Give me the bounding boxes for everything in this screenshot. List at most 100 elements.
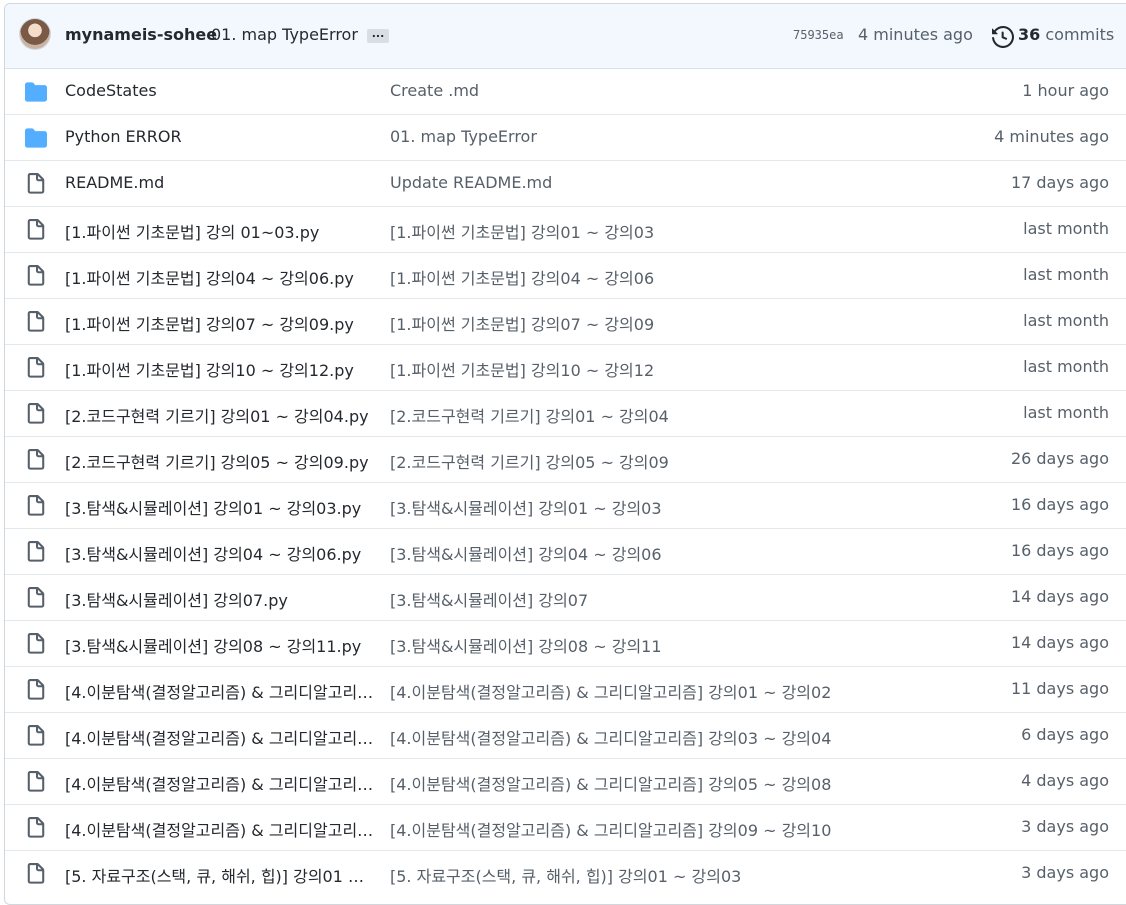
file-commit-message-link[interactable]: 01. map TypeError (390, 127, 537, 146)
file-row[interactable]: [4.이분탐색(결정알고리즘) & 그리디알고리즘] 강의01 ~ 강의02.p… (5, 666, 1126, 712)
file-row[interactable]: [4.이분탐색(결정알고리즘) & 그리디알고리즘] 강의05 ~ 강의08.p… (5, 758, 1126, 804)
repo-file-table: mynameis-sohee 01. map TypeError ... 759… (4, 3, 1126, 905)
history-icon[interactable] (992, 26, 1014, 48)
file-commit-message-link[interactable]: [4.이분탐색(결정알고리즘) & 그리디알고리즘] 강의03 ~ 강의04 (390, 725, 831, 749)
file-commit-message-link[interactable]: [1.파이썬 기초문법] 강의10 ~ 강의12 (390, 357, 654, 381)
file-row[interactable]: [2.코드구현력 기르기] 강의01 ~ 강의04.py [2.코드구현력 기르기… (5, 390, 1126, 436)
file-name-link[interactable]: [1.파이썬 기초문법] 강의 01~03.py (65, 219, 375, 243)
file-commit-message-link[interactable]: [3.탐색&시뮬레이션] 강의04 ~ 강의06 (390, 541, 662, 565)
file-icon (25, 311, 47, 333)
file-icon (25, 449, 47, 471)
file-commit-age: last month (1023, 357, 1109, 376)
commits-link[interactable]: 36 commits (1018, 25, 1114, 44)
file-name-link[interactable]: Python ERROR (65, 127, 375, 146)
file-name-link[interactable]: README.md (65, 173, 375, 192)
file-icon (25, 357, 47, 379)
file-name-link[interactable]: [4.이분탐색(결정알고리즘) & 그리디알고리즘] 강의03 ~ 강의04.p… (65, 725, 375, 749)
file-row[interactable]: [3.탐색&시뮬레이션] 강의01 ~ 강의03.py [3.탐색&시뮬레이션] … (5, 482, 1126, 528)
file-commit-age: 1 hour ago (1022, 81, 1109, 100)
commit-count: 36 (1018, 25, 1041, 44)
file-commit-age: last month (1023, 265, 1109, 284)
file-row[interactable]: [3.탐색&시뮬레이션] 강의07.py [3.탐색&시뮬레이션] 강의07 14 … (5, 574, 1126, 620)
file-row[interactable]: Python ERROR 01. map TypeError 4 minutes a… (5, 114, 1126, 160)
file-commit-message-link[interactable]: [3.탐색&시뮬레이션] 강의07 (390, 587, 588, 611)
file-commit-age: 14 days ago (1010, 633, 1109, 652)
file-icon (25, 863, 47, 885)
file-name-link[interactable]: [2.코드구현력 기르기] 강의01 ~ 강의04.py (65, 403, 375, 427)
file-name-link[interactable]: [3.탐색&시뮬레이션] 강의01 ~ 강의03.py (65, 495, 375, 519)
file-commit-age: 17 days ago (1010, 173, 1109, 192)
file-commit-message-link[interactable]: [1.파이썬 기초문법] 강의07 ~ 강의09 (390, 311, 654, 335)
file-icon (25, 541, 47, 563)
file-commit-age: 3 days ago (1021, 863, 1109, 882)
folder-icon (25, 81, 47, 103)
file-icon (25, 679, 47, 701)
file-name-link[interactable]: [5. 자료구조(스택, 큐, 해쉬, 힙)] 강의01 ~ 강의03.py (65, 863, 375, 887)
commit-sha[interactable]: 75935ea (793, 28, 844, 42)
file-commit-message-link[interactable]: Update README.md (390, 173, 552, 192)
file-icon (25, 771, 47, 793)
file-commit-age: 26 days ago (1010, 449, 1109, 468)
file-commit-message-link[interactable]: [3.탐색&시뮬레이션] 강의08 ~ 강의11 (390, 633, 662, 657)
file-commit-age: 3 days ago (1021, 817, 1109, 836)
file-icon (25, 817, 47, 839)
file-commit-message-link[interactable]: [4.이분탐색(결정알고리즘) & 그리디알고리즘] 강의01 ~ 강의02 (390, 679, 831, 703)
file-row[interactable]: CodeStates Create .md 1 hour ago (5, 69, 1126, 114)
commits-label: commits (1045, 25, 1115, 44)
file-commit-message-link[interactable]: [4.이분탐색(결정알고리즘) & 그리디알고리즘] 강의09 ~ 강의10 (390, 817, 831, 841)
commit-author[interactable]: mynameis-sohee (65, 25, 217, 44)
file-name-link[interactable]: [1.파이썬 기초문법] 강의10 ~ 강의12.py (65, 357, 375, 381)
avatar[interactable] (20, 19, 50, 49)
file-icon (25, 265, 47, 287)
file-commit-age: 11 days ago (1010, 679, 1109, 698)
file-name-link[interactable]: [1.파이썬 기초문법] 강의04 ~ 강의06.py (65, 265, 375, 289)
file-icon (25, 633, 47, 655)
file-name-link[interactable]: [4.이분탐색(결정알고리즘) & 그리디알고리즘] 강의05 ~ 강의08.p… (65, 771, 375, 795)
file-row[interactable]: [3.탐색&시뮬레이션] 강의08 ~ 강의11.py [3.탐색&시뮬레이션] … (5, 620, 1126, 666)
file-list: CodeStates Create .md 1 hour ago Python ERR… (5, 69, 1126, 896)
file-name-link[interactable]: [4.이분탐색(결정알고리즘) & 그리디알고리즘] 강의09 ~ 강의10.p… (65, 817, 375, 841)
file-row[interactable]: [3.탐색&시뮬레이션] 강의04 ~ 강의06.py [3.탐색&시뮬레이션] … (5, 528, 1126, 574)
file-icon (25, 587, 47, 609)
file-row[interactable]: [1.파이썬 기초문법] 강의10 ~ 강의12.py [1.파이썬 기초문법] … (5, 344, 1126, 390)
file-row[interactable]: [1.파이썬 기초문법] 강의 01~03.py [1.파이썬 기초문법] 강의0… (5, 206, 1126, 252)
file-name-link[interactable]: [1.파이썬 기초문법] 강의07 ~ 강의09.py (65, 311, 375, 335)
file-commit-age: last month (1023, 219, 1109, 238)
commit-time: 4 minutes ago (858, 25, 973, 44)
file-row[interactable]: README.md Update README.md 17 days ago (5, 160, 1126, 206)
file-name-link[interactable]: [3.탐색&시뮬레이션] 강의04 ~ 강의06.py (65, 541, 375, 565)
file-icon (25, 495, 47, 517)
file-commit-message-link[interactable]: [3.탐색&시뮬레이션] 강의01 ~ 강의03 (390, 495, 662, 519)
folder-icon (25, 127, 47, 149)
file-commit-age: last month (1023, 311, 1109, 330)
file-name-link[interactable]: [2.코드구현력 기르기] 강의05 ~ 강의09.py (65, 449, 375, 473)
file-row[interactable]: [4.이분탐색(결정알고리즘) & 그리디알고리즘] 강의03 ~ 강의04.p… (5, 712, 1126, 758)
commit-message[interactable]: 01. map TypeError (211, 25, 358, 44)
file-commit-age: last month (1023, 403, 1109, 422)
file-commit-message-link[interactable]: Create .md (390, 81, 479, 100)
file-commit-message-link[interactable]: [2.코드구현력 기르기] 강의01 ~ 강의04 (390, 403, 669, 427)
file-icon (25, 173, 47, 195)
file-row[interactable]: [2.코드구현력 기르기] 강의05 ~ 강의09.py [2.코드구현력 기르기… (5, 436, 1126, 482)
file-commit-age: 14 days ago (1010, 587, 1109, 606)
file-commit-message-link[interactable]: [1.파이썬 기초문법] 강의01 ~ 강의03 (390, 219, 654, 243)
file-commit-message-link[interactable]: [1.파이썬 기초문법] 강의04 ~ 강의06 (390, 265, 654, 289)
file-commit-message-link[interactable]: [5. 자료구조(스택, 큐, 해쉬, 힙)] 강의01 ~ 강의03 (390, 863, 741, 887)
file-commit-message-link[interactable]: [4.이분탐색(결정알고리즘) & 그리디알고리즘] 강의05 ~ 강의08 (390, 771, 831, 795)
file-row[interactable]: [1.파이썬 기초문법] 강의04 ~ 강의06.py [1.파이썬 기초문법] … (5, 252, 1126, 298)
file-commit-message-link[interactable]: [2.코드구현력 기르기] 강의05 ~ 강의09 (390, 449, 669, 473)
file-commit-age: 4 minutes ago (994, 127, 1109, 146)
file-name-link[interactable]: CodeStates (65, 81, 375, 100)
file-commit-age: 6 days ago (1021, 725, 1109, 744)
file-name-link[interactable]: [3.탐색&시뮬레이션] 강의08 ~ 강의11.py (65, 633, 375, 657)
file-commit-age: 4 days ago (1021, 771, 1109, 790)
file-row[interactable]: [1.파이썬 기초문법] 강의07 ~ 강의09.py [1.파이썬 기초문법] … (5, 298, 1126, 344)
file-commit-age: 16 days ago (1010, 495, 1109, 514)
latest-commit-bar: mynameis-sohee 01. map TypeError ... 759… (5, 4, 1126, 69)
expand-commit-button[interactable]: ... (367, 28, 389, 43)
file-name-link[interactable]: [4.이분탐색(결정알고리즘) & 그리디알고리즘] 강의01 ~ 강의02.p… (65, 679, 375, 703)
file-row[interactable]: [4.이분탐색(결정알고리즘) & 그리디알고리즘] 강의09 ~ 강의10.p… (5, 804, 1126, 850)
file-icon (25, 725, 47, 747)
file-name-link[interactable]: [3.탐색&시뮬레이션] 강의07.py (65, 587, 375, 611)
file-row[interactable]: [5. 자료구조(스택, 큐, 해쉬, 힙)] 강의01 ~ 강의03.py [5… (5, 850, 1126, 896)
